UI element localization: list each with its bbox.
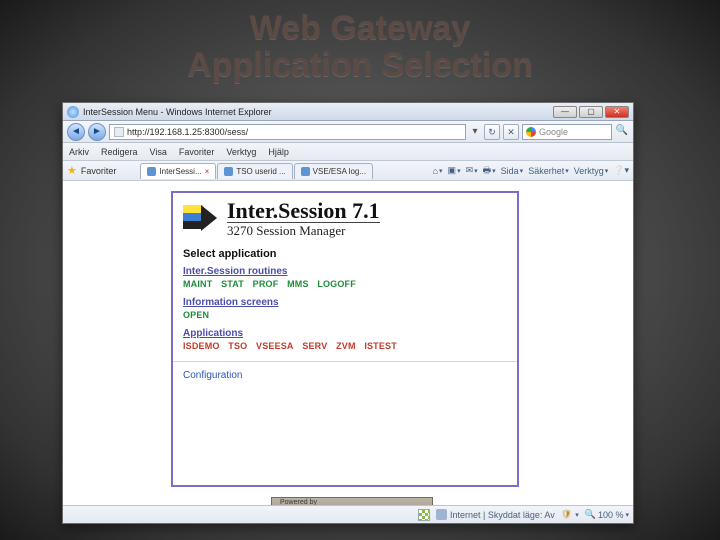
app-link-vseesa[interactable]: VSEESA xyxy=(256,341,294,351)
compat-icon[interactable] xyxy=(418,509,430,521)
tab-vseesa[interactable]: VSE/ESA log... xyxy=(294,163,373,179)
configuration-link[interactable]: Configuration xyxy=(173,361,517,387)
tools-menu[interactable]: Verktyg▾ xyxy=(574,166,609,176)
app-link-serv[interactable]: SERV xyxy=(302,341,327,351)
forward-button[interactable]: ► xyxy=(88,123,106,141)
mail-button[interactable]: ✉▾ xyxy=(466,165,478,176)
favorites-star-icon[interactable]: ★ xyxy=(67,164,77,177)
menu-favoriter[interactable]: Favoriter xyxy=(179,147,215,157)
window-title: InterSession Menu - Windows Internet Exp… xyxy=(83,107,553,117)
menu-verktyg[interactable]: Verktyg xyxy=(226,147,256,157)
menu-bar: Arkiv Redigera Visa Favoriter Verktyg Hj… xyxy=(63,143,633,161)
app-link-stat[interactable]: STAT xyxy=(221,279,244,289)
search-button[interactable]: 🔍 xyxy=(615,124,629,140)
home-button[interactable]: ⌂▾ xyxy=(433,166,443,176)
app-link-isdemo[interactable]: ISDEMO xyxy=(183,341,220,351)
tab-intersession[interactable]: InterSessi... × xyxy=(140,163,216,179)
zoom-icon: 🔍 xyxy=(585,509,596,520)
menu-redigera[interactable]: Redigera xyxy=(101,147,138,157)
maximize-button[interactable]: ▢ xyxy=(579,106,603,118)
shield-icon: 🛡 xyxy=(561,509,572,520)
titlebar: InterSession Menu - Windows Internet Exp… xyxy=(63,103,633,121)
group-items: ISDEMO TSO VSEESA SERV ZVM ISTEST xyxy=(183,339,507,355)
app-link-tso[interactable]: TSO xyxy=(228,341,247,351)
tab-tso[interactable]: TSO userid ... xyxy=(217,163,292,179)
slide-title: Web Gateway Application Selection xyxy=(0,0,720,85)
address-bar: ◄ ► http://192.168.1.25:8300/sess/ ▾ ↻ ✕… xyxy=(63,121,633,143)
tab-label: TSO userid ... xyxy=(236,167,285,176)
page-icon xyxy=(114,127,124,137)
zone-indicator[interactable]: Internet | Skyddat läge: Av xyxy=(436,509,555,520)
intersession-logo-icon xyxy=(183,203,221,233)
close-button[interactable]: ✕ xyxy=(605,106,629,118)
app-link-maint[interactable]: MAINT xyxy=(183,279,212,289)
select-heading: Select application xyxy=(173,240,517,262)
menu-visa[interactable]: Visa xyxy=(150,147,167,157)
app-link-zvm[interactable]: ZVM xyxy=(336,341,356,351)
print-button[interactable]: 🖶▾ xyxy=(483,163,496,179)
tab-label: InterSessi... xyxy=(159,167,201,176)
protected-mode[interactable]: 🛡 ▾ xyxy=(561,509,579,520)
app-panel: Inter.Session 7.1 3270 Session Manager S… xyxy=(171,191,519,487)
logo-row: Inter.Session 7.1 3270 Session Manager xyxy=(173,193,517,240)
powered-by-badge: Powered by InterSession 7.1 3270 Session… xyxy=(271,497,433,505)
app-link-prof[interactable]: PROF xyxy=(253,279,279,289)
help-button[interactable]: ❔▾ xyxy=(613,165,629,176)
group-title: Information screens xyxy=(183,297,507,308)
app-link-open[interactable]: OPEN xyxy=(183,310,209,320)
app-link-mms[interactable]: MMS xyxy=(287,279,309,289)
minimize-button[interactable]: — xyxy=(553,106,577,118)
group-items: MAINT STAT PROF MMS LOGOFF xyxy=(183,277,507,293)
slide-title-line2: Application Selection xyxy=(0,47,720,84)
group-title: Applications xyxy=(183,328,507,339)
search-field[interactable]: Google xyxy=(522,124,612,140)
tab-close-icon[interactable]: × xyxy=(205,167,210,176)
group-title: Inter.Session routines xyxy=(183,266,507,277)
google-icon xyxy=(526,127,536,137)
command-bar: ⌂▾ ▣▾ ✉▾ 🖶▾ Sida▾ Säkerhet▾ Verktyg▾ ❔▾ xyxy=(433,163,629,179)
browser-window: InterSession Menu - Windows Internet Exp… xyxy=(62,102,634,524)
zoom-value: 100 % xyxy=(598,510,624,520)
safety-menu[interactable]: Säkerhet▾ xyxy=(528,166,569,176)
menu-arkiv[interactable]: Arkiv xyxy=(69,147,89,157)
group-apps: Applications ISDEMO TSO VSEESA SERV ZVM … xyxy=(173,324,517,355)
tab-icon xyxy=(301,167,310,176)
tab-icon xyxy=(147,167,156,176)
favorites-label: Favoriter xyxy=(81,166,117,176)
refresh-button[interactable]: ↻ xyxy=(484,124,500,140)
slide-title-line1: Web Gateway xyxy=(0,10,720,47)
stop-button[interactable]: ✕ xyxy=(503,124,519,140)
zone-text: Internet | Skyddat läge: Av xyxy=(450,510,555,520)
tab-row: InterSessi... × TSO userid ... VSE/ESA l… xyxy=(140,163,373,179)
brand-sub: 3270 Session Manager xyxy=(227,222,380,238)
app-link-istest[interactable]: ISTEST xyxy=(364,341,397,351)
group-items: OPEN xyxy=(183,308,507,324)
back-button[interactable]: ◄ xyxy=(67,123,85,141)
tab-icon xyxy=(224,167,233,176)
favorites-bar: ★ Favoriter InterSessi... × TSO userid .… xyxy=(63,161,633,181)
group-info: Information screens OPEN xyxy=(173,293,517,324)
zoom-control[interactable]: 🔍 100 % ▾ xyxy=(585,509,629,520)
brand-name: Inter.Session 7.1 xyxy=(227,199,380,222)
search-placeholder: Google xyxy=(539,125,568,139)
url-field[interactable]: http://192.168.1.25:8300/sess/ xyxy=(109,124,466,140)
url-dropdown[interactable]: ▾ xyxy=(469,126,481,137)
status-bar: Internet | Skyddat läge: Av 🛡 ▾ 🔍 100 % … xyxy=(63,505,633,523)
page-content: Inter.Session 7.1 3270 Session Manager S… xyxy=(63,181,633,505)
feeds-button[interactable]: ▣▾ xyxy=(448,165,461,176)
url-text: http://192.168.1.25:8300/sess/ xyxy=(127,125,248,139)
page-menu[interactable]: Sida▾ xyxy=(501,166,524,176)
app-link-logoff[interactable]: LOGOFF xyxy=(317,279,356,289)
group-routines: Inter.Session routines MAINT STAT PROF M… xyxy=(173,262,517,293)
globe-icon xyxy=(436,509,447,520)
ie-globe-icon xyxy=(67,106,79,118)
menu-hjalp[interactable]: Hjälp xyxy=(268,147,289,157)
tab-label: VSE/ESA log... xyxy=(313,167,366,176)
